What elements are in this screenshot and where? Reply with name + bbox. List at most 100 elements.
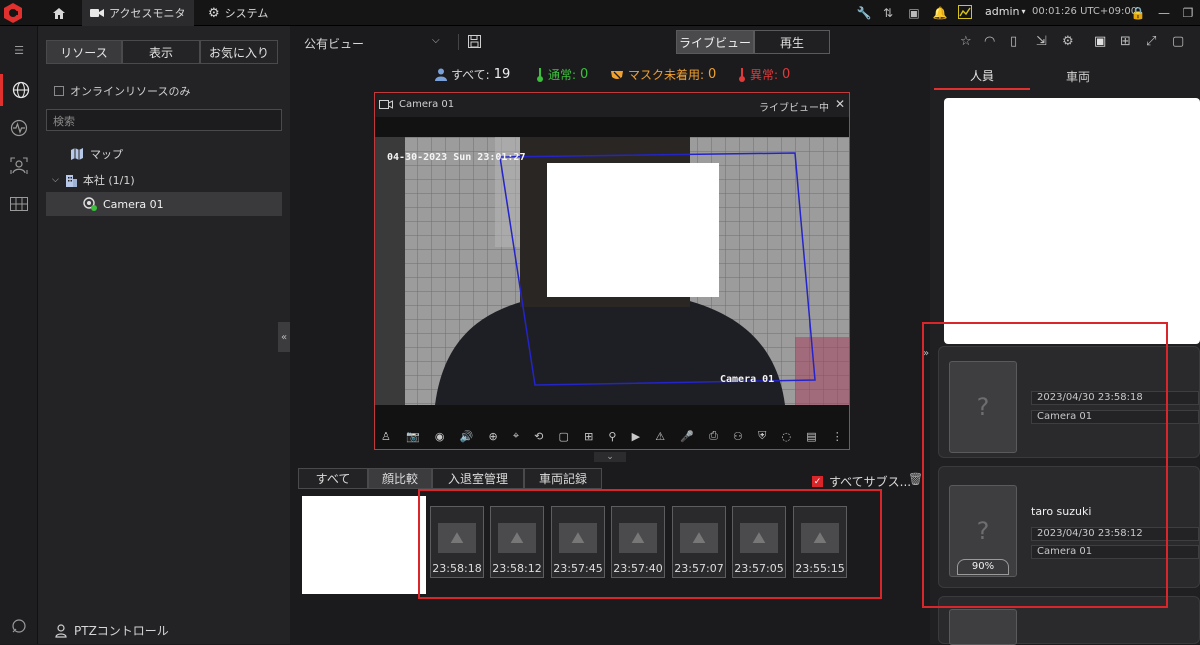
tab-favorites[interactable]: お気に入り bbox=[200, 40, 278, 64]
stat-all-value: 19 bbox=[493, 67, 511, 82]
osd-camera-name: Camera 01 bbox=[720, 374, 775, 385]
subscribe-label: すべてサブス... bbox=[829, 475, 912, 489]
redacted-capture-card[interactable] bbox=[944, 98, 1200, 344]
shield-icon[interactable]: ⛨ bbox=[758, 429, 766, 443]
fisheye-icon[interactable]: ▢ bbox=[559, 430, 569, 443]
instant-playback-icon[interactable]: ⟲ bbox=[534, 430, 543, 443]
tab-resources[interactable]: リソース bbox=[46, 40, 122, 64]
chevron-down-icon[interactable]: ⌵ bbox=[52, 175, 59, 185]
stat-abnormal-value: 0 bbox=[782, 67, 791, 82]
settings-icon[interactable]: ⚙ bbox=[1062, 34, 1074, 49]
home-icon bbox=[52, 7, 66, 20]
camera-snapshot-icon[interactable]: 📷 bbox=[406, 430, 420, 443]
wrench-icon[interactable]: 🔧 bbox=[856, 5, 872, 21]
tab-people[interactable]: 人員 bbox=[934, 62, 1030, 90]
live-window-header: Camera 01 ライブビュー中 ✕ bbox=[375, 93, 849, 117]
stat-no-mask-value: 0 bbox=[708, 67, 717, 82]
globe-icon[interactable] bbox=[0, 74, 38, 106]
bell-icon[interactable]: 🔔 bbox=[932, 5, 948, 21]
user-menu[interactable]: admin ▾ bbox=[985, 5, 1025, 19]
subscribe-checkbox[interactable]: ✓ bbox=[812, 476, 823, 487]
more-icon[interactable]: ⋮ bbox=[832, 430, 843, 443]
expand-down-button[interactable]: ⌄ bbox=[594, 452, 626, 462]
person-alert-icon[interactable]: ⚲ bbox=[608, 430, 616, 443]
image-settings-icon[interactable]: ▤ bbox=[806, 430, 816, 443]
record-icon[interactable]: ◉ bbox=[435, 430, 445, 443]
stat-normal-label: 通常: bbox=[548, 68, 577, 82]
view-select[interactable]: 公有ビュー bbox=[304, 35, 364, 52]
tab-face-compare[interactable]: 顔比較 bbox=[368, 468, 432, 489]
zoom-icon[interactable]: ⊕ bbox=[488, 430, 497, 443]
live-view-window[interactable]: Camera 01 ライブビュー中 ✕ 04-30-2023 Sun 23:01… bbox=[374, 92, 850, 450]
grid-icon[interactable] bbox=[0, 188, 38, 220]
restore-icon[interactable]: ❐ bbox=[1180, 5, 1196, 21]
lock-icon[interactable]: 🔒 bbox=[1130, 5, 1146, 21]
stat-abnormal-label: 異常: bbox=[750, 68, 779, 82]
tab-vehicle-records[interactable]: 車両記録 bbox=[524, 468, 602, 489]
ptz-control-toggle[interactable]: PTZコントロール bbox=[54, 622, 169, 639]
tab-system[interactable]: ⚙ システム bbox=[200, 0, 280, 26]
online-only-checkbox[interactable] bbox=[54, 86, 64, 96]
refresh-globe-icon[interactable] bbox=[0, 610, 38, 642]
search-input[interactable]: 検索 bbox=[46, 109, 282, 131]
layout-icon[interactable]: ⊞ bbox=[584, 430, 593, 443]
chart-icon[interactable] bbox=[958, 5, 974, 21]
tab-vehicles[interactable]: 車両 bbox=[1030, 62, 1126, 90]
unknown-person-icon bbox=[949, 609, 1017, 645]
chevron-down-icon[interactable]: ⌵ bbox=[432, 35, 440, 46]
stat-all: すべて: 19 bbox=[435, 66, 510, 83]
online-only-toggle[interactable]: オンラインリソースのみ bbox=[54, 83, 190, 99]
highlight-box-matches bbox=[922, 322, 1168, 608]
divider bbox=[458, 34, 459, 50]
tab-access-control[interactable]: 入退室管理 bbox=[432, 468, 524, 489]
minimize-icon[interactable]: — bbox=[1156, 5, 1172, 21]
window-icon[interactable]: ▣ bbox=[1094, 34, 1106, 49]
person-pin-icon[interactable]: ♙ bbox=[381, 430, 391, 443]
subscribe-all-toggle[interactable]: ✓ すべてサブス... bbox=[812, 473, 911, 490]
menu-icon[interactable]: ☰ bbox=[0, 34, 38, 66]
highlight-box-thumbnails bbox=[418, 489, 882, 599]
collapse-left-button[interactable]: « bbox=[278, 322, 290, 352]
person-search-icon[interactable]: ⚇ bbox=[733, 430, 743, 443]
gear-icon: ⚙ bbox=[208, 5, 220, 21]
export-icon[interactable]: ⇲ bbox=[1036, 34, 1047, 49]
speaker-icon[interactable]: 🔊 bbox=[460, 430, 474, 443]
alarm-icon[interactable]: ⚠ bbox=[655, 430, 665, 443]
ptz-label: PTZコントロール bbox=[74, 624, 169, 638]
thermometer-icon bbox=[536, 67, 544, 82]
trash-icon[interactable]: 🗑 bbox=[908, 472, 923, 486]
tab-all-events[interactable]: すべて bbox=[298, 468, 368, 489]
tree-item-site[interactable]: ⌵ 本社 (1/1) bbox=[52, 172, 135, 188]
panel-icon[interactable]: ▢ bbox=[1172, 34, 1184, 49]
tab-view[interactable]: 表示 bbox=[122, 40, 200, 64]
star-icon[interactable]: ☆ bbox=[960, 34, 972, 49]
transfer-icon[interactable]: ⇅ bbox=[880, 5, 896, 21]
live-view-mode-button[interactable]: ライブビュー bbox=[676, 30, 754, 54]
video-toolbar: ♙ 📷 ◉ 🔊 ⊕ ⌖ ⟲ ▢ ⊞ ⚲ ▶ ⚠ 🎤 ⎙ ⚇ ⛨ ◌ ▤ ⋮ bbox=[375, 424, 849, 448]
print-icon[interactable]: ⎙ bbox=[709, 429, 718, 443]
camera-online-icon bbox=[83, 197, 97, 211]
calendar-icon[interactable]: ▣ bbox=[906, 5, 922, 21]
stat-normal: 通常: 0 bbox=[536, 66, 588, 83]
bulb-icon[interactable]: ◌ bbox=[781, 430, 791, 443]
pulse-icon[interactable] bbox=[0, 112, 38, 144]
save-view-icon[interactable] bbox=[468, 35, 481, 48]
tree-item-map[interactable]: マップ bbox=[71, 146, 123, 162]
tab-label: システム bbox=[224, 7, 269, 20]
playback-mode-button[interactable]: 再生 bbox=[754, 30, 830, 54]
capture-preview[interactable] bbox=[302, 496, 426, 594]
tree-item-camera[interactable]: Camera 01 bbox=[46, 192, 282, 216]
chevron-down-icon: ▾ bbox=[1021, 7, 1026, 16]
home-button[interactable] bbox=[44, 0, 72, 26]
close-icon[interactable]: ✕ bbox=[835, 97, 845, 111]
document-icon[interactable]: ▯ bbox=[1010, 34, 1017, 49]
tab-access-monitor[interactable]: アクセスモニタ bbox=[82, 0, 194, 26]
gauge-icon[interactable]: ◠ bbox=[984, 34, 995, 49]
fullscreen-icon[interactable]: ⤢ bbox=[1146, 34, 1156, 49]
split-layout-icon[interactable]: ⊞ bbox=[1120, 34, 1131, 49]
ptz-icon[interactable]: ⌖ bbox=[513, 429, 519, 443]
play-icon[interactable]: ▶ bbox=[632, 430, 640, 443]
video-feed[interactable]: 04-30-2023 Sun 23:01:27 Camera 01 bbox=[375, 137, 849, 405]
microphone-icon[interactable]: 🎤 bbox=[680, 430, 694, 443]
person-frame-icon[interactable] bbox=[0, 150, 38, 182]
